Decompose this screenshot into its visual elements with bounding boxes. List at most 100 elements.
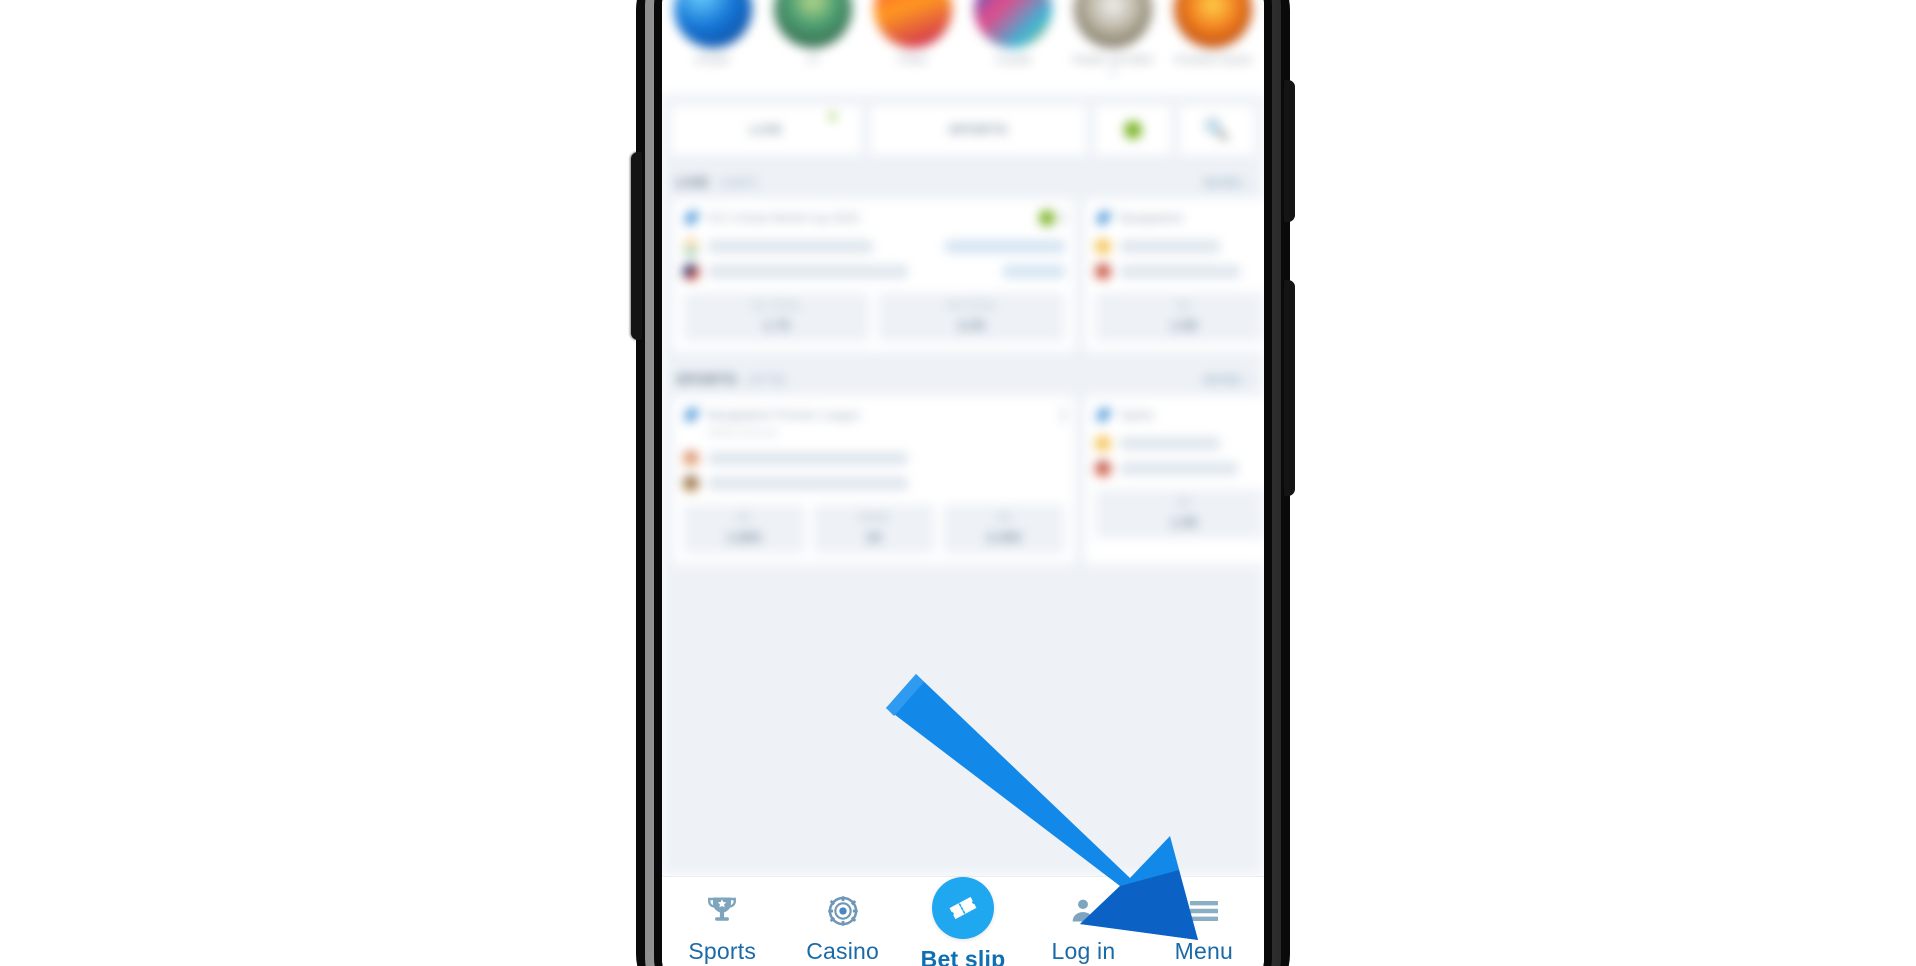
odd-value: 20 xyxy=(866,528,882,545)
odd-label: W1 TOTAL xyxy=(752,300,801,312)
odd-button[interactable]: W1 1.95 xyxy=(1095,488,1264,539)
flag-red-icon xyxy=(1095,263,1111,280)
odd-value: 2.400 xyxy=(986,528,1022,545)
tab-search[interactable]: 🔍 xyxy=(1178,103,1256,156)
betting-app: Aviator JY Poker Crystal Heads and Bets … xyxy=(662,0,1264,966)
tab-live-label: LIVE xyxy=(749,122,783,137)
live-indicator-icon xyxy=(1039,209,1055,226)
flag-india-icon xyxy=(683,238,699,255)
section-count: (3779) xyxy=(747,371,786,387)
match-league-name: ICC Cricket World Cup 2023 xyxy=(708,210,860,225)
game-tile-label: JY xyxy=(806,54,820,66)
odd-button[interactable]: W1 1.800 xyxy=(683,503,805,554)
match-card[interactable]: ICC Cricket World Cup 2023 W1 TOTAL 1.75… xyxy=(672,197,1076,353)
nav-item-casino[interactable]: Casino xyxy=(782,891,902,965)
odd-label: W1 xyxy=(1176,497,1192,509)
odd-value: 1.75 xyxy=(762,316,791,333)
screenshot-root: Aviator JY Poker Crystal Heads and Bets … xyxy=(0,0,1916,966)
team-name-placeholder xyxy=(708,240,873,253)
tab-live[interactable]: LIVE xyxy=(670,103,863,156)
tab-green-filter[interactable] xyxy=(1094,103,1172,156)
game-tile-label: Crystal xyxy=(995,54,1031,66)
user-account-icon xyxy=(1066,891,1100,931)
game-tile-label: Greatest Quest xyxy=(1174,54,1252,66)
bet-slip-ticket-icon[interactable] xyxy=(932,877,995,939)
search-icon: 🔍 xyxy=(1204,119,1230,141)
match-teams xyxy=(683,238,1065,280)
team-row xyxy=(1095,263,1264,280)
match-card[interactable]: Bangladesh W1 1.85 xyxy=(1084,197,1264,353)
game-thumb-quest xyxy=(1174,0,1252,48)
odd-value: 1.800 xyxy=(726,528,762,545)
game-tile[interactable]: Crystal xyxy=(970,0,1056,82)
game-tile-label: Aviator xyxy=(695,54,731,66)
match-card[interactable]: Sylhet W1 1.95 xyxy=(1084,394,1264,565)
game-thumb-crystal xyxy=(974,0,1052,48)
match-teams xyxy=(1095,238,1264,280)
phone-screen: Aviator JY Poker Crystal Heads and Bets … xyxy=(662,0,1264,966)
app-content-scroll-area[interactable]: Aviator JY Poker Crystal Heads and Bets … xyxy=(662,0,1264,876)
section-more-link[interactable]: MORE › xyxy=(1204,373,1250,387)
tab-sports[interactable]: SPORTS xyxy=(868,103,1088,156)
phone-volume-button[interactable] xyxy=(631,152,642,340)
game-tile[interactable]: Heads and Bets 7 xyxy=(1070,0,1156,82)
team-name-placeholder xyxy=(708,265,908,278)
casino-chip-icon xyxy=(826,891,860,931)
games-carousel[interactable]: Aviator JY Poker Crystal Heads and Bets … xyxy=(662,0,1264,94)
team-name-placeholder xyxy=(1120,240,1220,253)
flag-red-icon xyxy=(1095,460,1111,477)
nav-item-bet-slip[interactable]: Bet slip xyxy=(903,877,1023,966)
filter-tabs-container: LIVE SPORTS 🔍 xyxy=(662,93,1264,166)
odds-row: W1 1.95 xyxy=(1095,488,1264,539)
game-tile[interactable]: Greatest Quest xyxy=(1170,0,1256,82)
live-cards-row[interactable]: ICC Cricket World Cup 2023 W1 TOTAL 1.75… xyxy=(662,197,1264,363)
odd-button[interactable]: W2 2.400 xyxy=(943,503,1065,554)
odd-button[interactable]: DRAW 20 xyxy=(813,503,935,554)
odd-button[interactable]: W1 TOTAL 1.75 xyxy=(683,291,870,342)
phone-side-button[interactable] xyxy=(1284,280,1295,496)
odd-button[interactable]: W1 1.85 xyxy=(1095,291,1264,342)
section-header-live: LIVE (1467) MORE › xyxy=(662,165,1264,198)
game-thumb-poker xyxy=(874,0,952,48)
flag-australia-icon xyxy=(683,263,699,280)
more-options-icon[interactable] xyxy=(1062,209,1065,226)
odd-button[interactable]: W2 TOTAL 2.05 xyxy=(878,291,1065,342)
team-row xyxy=(1095,435,1264,452)
match-league-name: Sylhet xyxy=(1120,407,1154,422)
team-row xyxy=(683,263,1065,280)
cricket-sport-icon xyxy=(1096,209,1113,226)
odds-row: W1 1.85 xyxy=(1095,291,1264,342)
flag-orange-icon xyxy=(1095,435,1111,452)
section-more-link[interactable]: MORE › xyxy=(1204,176,1250,190)
nav-item-sports[interactable]: Sports xyxy=(662,891,782,965)
nav-item-log-in[interactable]: Log in xyxy=(1023,891,1143,965)
more-options-icon[interactable] xyxy=(1062,406,1065,423)
section-count: (1467) xyxy=(719,174,758,190)
section-title: LIVE xyxy=(676,173,710,190)
odd-label: W2 TOTAL xyxy=(947,300,996,312)
hamburger-menu-icon xyxy=(1187,891,1221,931)
game-tile[interactable]: Poker xyxy=(870,0,956,82)
page-background-right xyxy=(1290,0,1916,966)
team-score xyxy=(1003,265,1065,278)
match-teams xyxy=(683,450,1065,492)
odd-value: 1.85 xyxy=(1170,316,1198,333)
match-card[interactable]: Bangladesh Premier League 02/05 10:00 am xyxy=(672,394,1076,565)
sports-cards-row[interactable]: Bangladesh Premier League 02/05 10:00 am xyxy=(662,394,1264,575)
game-thumb-heads xyxy=(1074,0,1152,48)
team-score xyxy=(945,240,1065,253)
nav-label-casino: Casino xyxy=(806,938,879,964)
game-thumb-aviator xyxy=(674,0,752,48)
game-tile[interactable]: Aviator xyxy=(670,0,756,82)
phone-power-button[interactable] xyxy=(1284,80,1295,222)
team-name-placeholder xyxy=(708,477,908,490)
bottom-navigation-bar: Sports Casino Bet slip Log in Menu xyxy=(662,876,1264,966)
game-tile[interactable]: JY xyxy=(770,0,856,82)
odd-label: DRAW xyxy=(858,512,890,524)
team-name-placeholder xyxy=(1120,462,1238,475)
cricket-sport-icon xyxy=(684,209,701,226)
odds-row: W1 TOTAL 1.75 W2 TOTAL 2.05 xyxy=(683,291,1065,342)
nav-item-menu[interactable]: Menu xyxy=(1144,891,1264,965)
match-league-name: Bangladesh Premier League xyxy=(708,407,861,422)
flag-orange-icon xyxy=(1095,238,1111,255)
